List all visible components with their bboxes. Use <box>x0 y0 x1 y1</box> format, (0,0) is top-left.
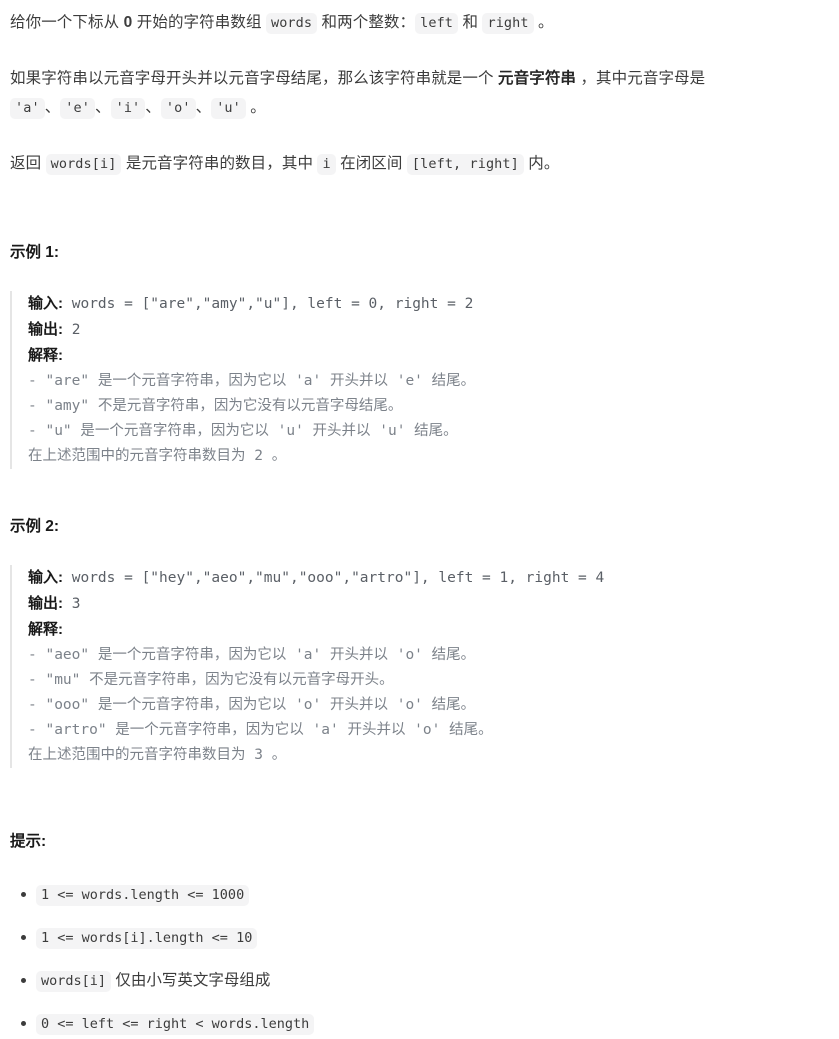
example-2-explain-line-2: - "mu" 不是元音字符串，因为它没有以元音字母开头。 <box>28 672 394 688</box>
code-chip-vowel-e: 'e' <box>60 98 95 119</box>
constraint-code-3: words[i] <box>36 971 112 992</box>
example-1-explain-line-2: - "amy" 不是元音字符串，因为它没有以元音字母结尾。 <box>28 398 403 414</box>
code-chip-right: right <box>482 13 534 34</box>
example-2-block: 输入: words = ["hey","aeo","mu","ooo","art… <box>10 565 829 768</box>
example-1-block: 输入: words = ["are","amy","u"], left = 0,… <box>10 291 829 469</box>
intro-text-3d: 内。 <box>523 155 560 172</box>
intro-text-3a: 返回 <box>10 155 46 172</box>
constraint-item-3: words[i] 仅由小写英文字母组成 <box>21 966 829 996</box>
constraint-item-2: 1 <= words[i].length <= 10 <box>21 923 829 953</box>
constraints-title: 提示: <box>10 833 47 850</box>
example-1-explain-line-1: - "are" 是一个元音字符串，因为它以 'a' 开头并以 'e' 结尾。 <box>28 373 476 389</box>
example-1-input-value: words = ["are","amy","u"], left = 0, rig… <box>63 296 474 312</box>
intro-text-2a: 如果字符串以元音字母开头并以元音字母结尾，那么该字符串就是一个 <box>10 70 499 87</box>
example-1-explain-line-4: 在上述范围中的元音字符串数目为 2 。 <box>28 448 287 464</box>
example-1-input-label: 输入: <box>28 295 63 312</box>
vowel-string-term: 元音字符串 <box>498 70 577 87</box>
code-chip-words: words <box>265 13 318 34</box>
example-2-explain-line-5: 在上述范围中的元音字符串数目为 3 。 <box>28 747 287 763</box>
vowel-sep-2: 、 <box>94 99 111 116</box>
constraints-list: 1 <= words.length <= 1000 1 <= words[i].… <box>10 880 829 1039</box>
code-chip-i: i <box>317 154 336 175</box>
code-chip-vowel-u: 'u' <box>211 98 246 119</box>
code-chip-vowel-a: 'a' <box>10 98 45 119</box>
intro-text-1c: 和两个整数： <box>317 14 416 31</box>
intro-text-3b: 是元音字符串的数目，其中 <box>121 155 318 172</box>
intro-text-1b: 开始的字符串数组 <box>132 14 266 31</box>
code-chip-range: [left, right] <box>406 154 524 175</box>
example-2-explain-line-1: - "aeo" 是一个元音字符串，因为它以 'a' 开头并以 'o' 结尾。 <box>28 647 476 663</box>
example-1-title: 示例 1: <box>10 244 60 261</box>
constraint-code-4: 0 <= left <= right < words.length <box>36 1014 315 1035</box>
code-chip-left: left <box>415 13 459 34</box>
intro-paragraph-3: 返回 words[i] 是元音字符串的数目，其中 i 在闭区间 [left, r… <box>10 149 829 179</box>
intro-text-1a: 给你一个下标从 <box>10 14 124 31</box>
example-2-title: 示例 2: <box>10 518 60 535</box>
example-1-output-label: 输出: <box>28 321 63 338</box>
intro-paragraph-1: 给你一个下标从 0 开始的字符串数组 words 和两个整数： left 和 ri… <box>10 8 829 38</box>
intro-paragraph-2: 如果字符串以元音字母开头并以元音字母结尾，那么该字符串就是一个 元音字符串 ，其… <box>10 64 829 123</box>
example-2-input-label: 输入: <box>28 569 63 586</box>
example-2-explain-line-3: - "ooo" 是一个元音字符串，因为它以 'o' 开头并以 'o' 结尾。 <box>28 697 476 713</box>
code-chip-vowel-o: 'o' <box>160 98 196 119</box>
code-chip-vowel-i: 'i' <box>110 98 146 119</box>
constraint-code-1: 1 <= words.length <= 1000 <box>36 885 250 906</box>
intro-text-2end: 。 <box>245 99 266 116</box>
vowel-sep-3: 、 <box>145 99 161 116</box>
intro-text-2b: ，其中元音字母是 <box>576 70 706 87</box>
vowel-sep-1: 、 <box>44 99 61 116</box>
constraint-item-4: 0 <= left <= right < words.length <box>21 1009 829 1039</box>
example-1-explain-label: 解释: <box>28 347 63 364</box>
example-2-input-value: words = ["hey","aeo","mu","ooo","artro"]… <box>63 570 605 586</box>
code-chip-words-i: words[i] <box>45 154 122 175</box>
vowel-sep-4: 、 <box>195 99 212 116</box>
example-2-explain-label: 解释: <box>28 621 63 638</box>
problem-description-page: 给你一个下标从 0 开始的字符串数组 words 和两个整数： left 和 ri… <box>0 0 839 1039</box>
constraint-item-1: 1 <= words.length <= 1000 <box>21 880 829 910</box>
intro-text-1d: 和 <box>458 14 483 31</box>
constraint-text-3: 仅由小写英文字母组成 <box>111 972 271 989</box>
example-2-output-value: 3 <box>63 596 81 612</box>
example-2-explain-line-4: - "artro" 是一个元音字符串，因为它以 'a' 开头并以 'o' 结尾。 <box>28 722 493 738</box>
example-1-explain-line-3: - "u" 是一个元音字符串，因为它以 'u' 开头并以 'u' 结尾。 <box>28 423 458 439</box>
intro-text-3c: 在闭区间 <box>335 155 407 172</box>
example-2-output-label: 输出: <box>28 595 63 612</box>
constraint-code-2: 1 <= words[i].length <= 10 <box>36 928 258 949</box>
example-1-output-value: 2 <box>63 322 81 338</box>
intro-text-1e: 。 <box>533 14 554 31</box>
